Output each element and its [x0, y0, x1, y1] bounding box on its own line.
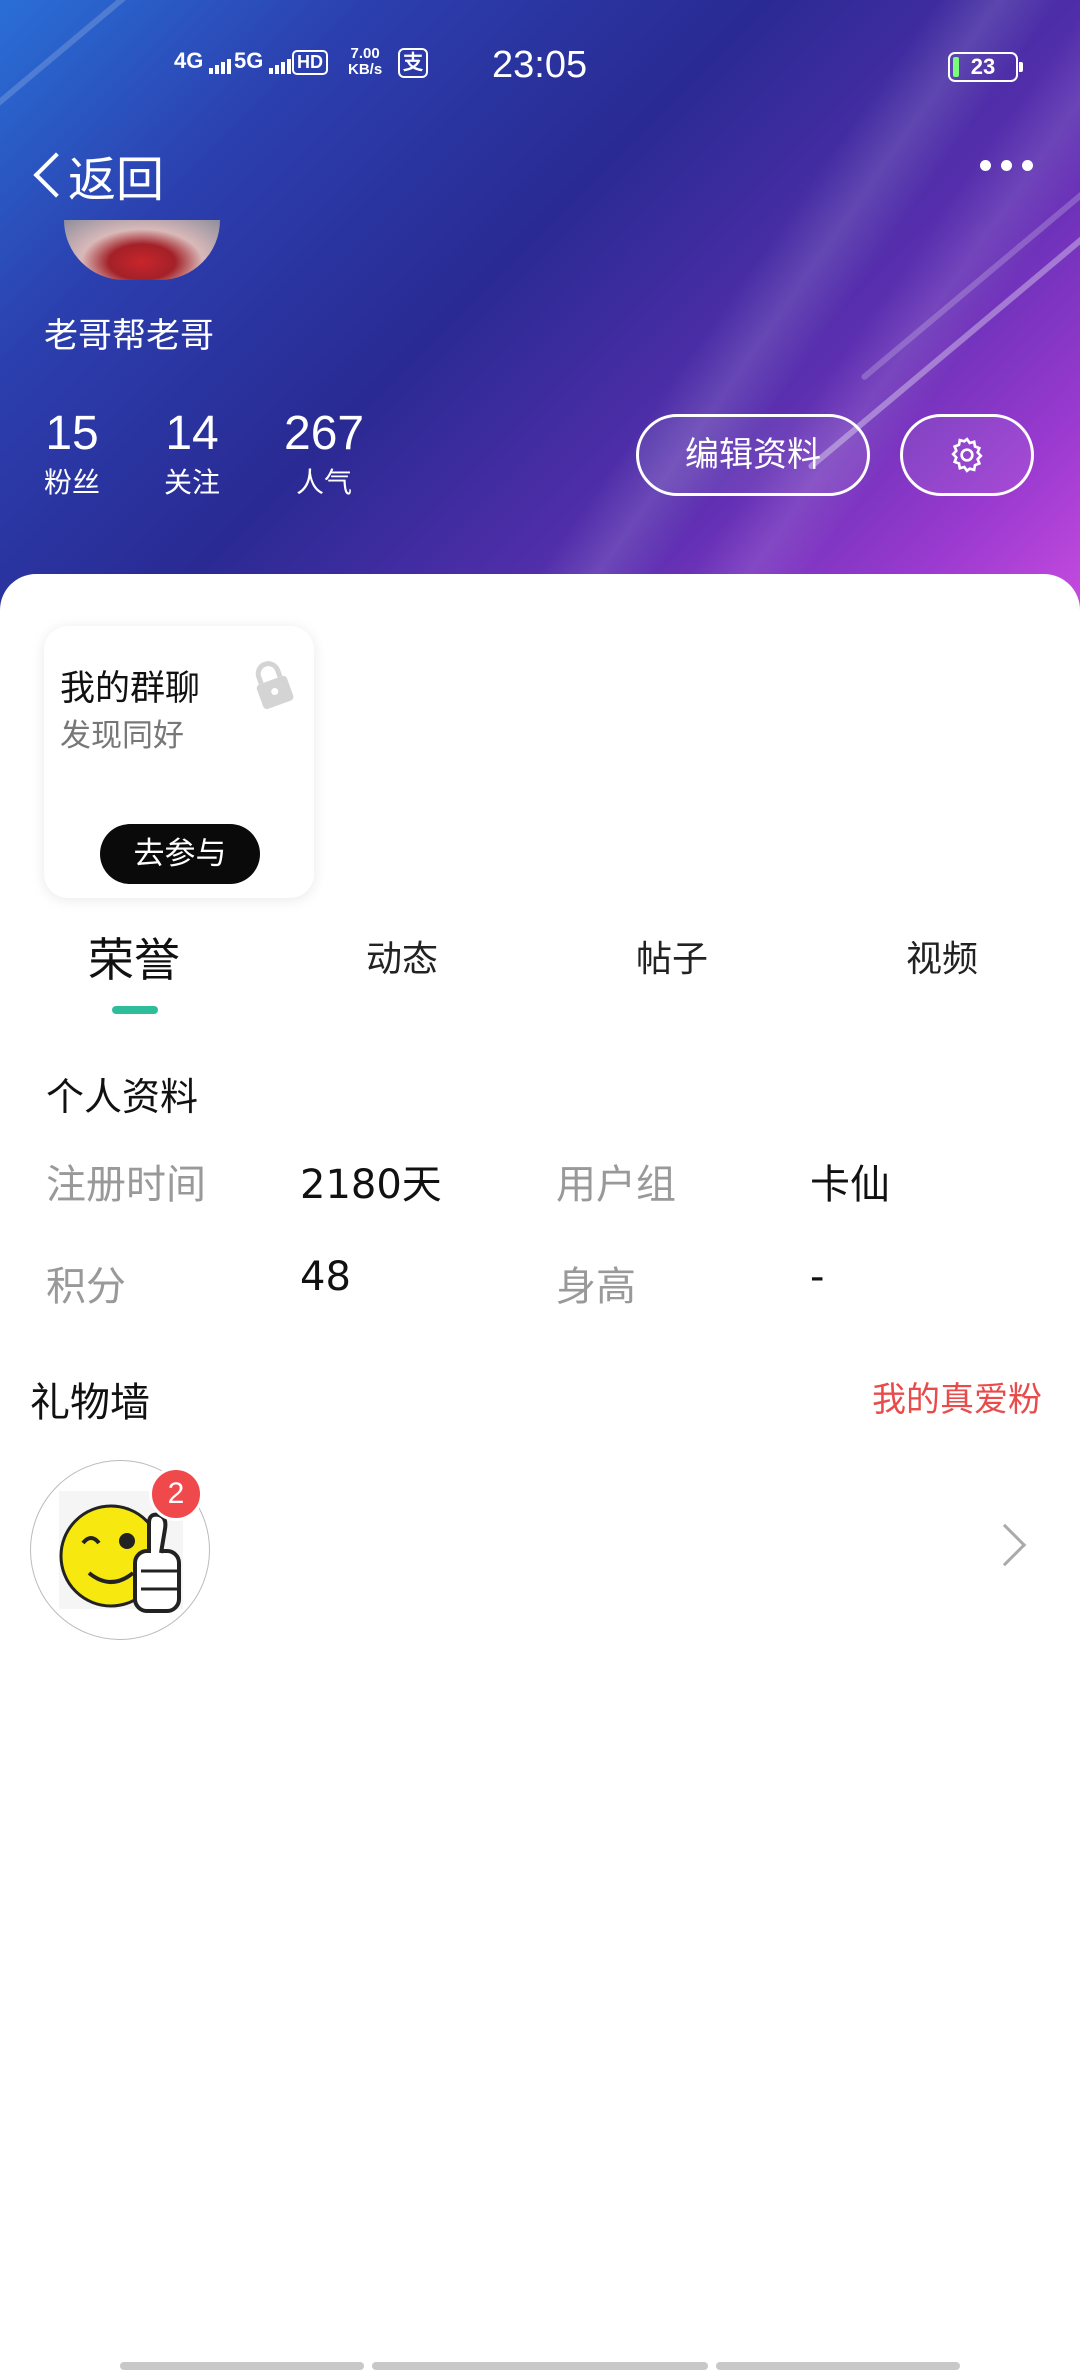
tab-activity[interactable]: 动态 [366, 930, 438, 982]
clock: 23:05 [492, 44, 588, 86]
stat-fans[interactable]: 15 粉丝 [44, 405, 100, 503]
gift-wall-title: 礼物墙 [30, 1380, 150, 1426]
field-label: 积分 [46, 1264, 126, 1310]
stat-following[interactable]: 14 关注 [164, 405, 220, 503]
network-5g: 5G [234, 48, 293, 74]
gesture-bar-segment [120, 2362, 364, 2370]
back-label: 返回 [68, 152, 165, 208]
group-chat-subtitle: 发现同好 [60, 718, 184, 754]
stat-value: 15 [45, 407, 99, 460]
stat-label: 粉丝 [44, 466, 101, 499]
gesture-bar-segment [716, 2362, 960, 2370]
field-value: 48 [300, 1254, 351, 1300]
network-speed: 7.00 KB/s [348, 45, 383, 78]
stat-value: 14 [165, 407, 219, 460]
hd-icon: HD [292, 50, 328, 75]
battery-icon: 23 [948, 52, 1023, 82]
back-button[interactable]: 返回 [28, 140, 164, 210]
profile-section-title: 个人资料 [46, 1075, 199, 1119]
dot-icon [980, 160, 991, 171]
status-bar: 4G 5G HD 7.00 KB/s 支 23:05 23 [0, 40, 1080, 100]
profile-tabs: 荣誉 动态 帖子 视频 [0, 930, 1080, 1010]
more-options-button[interactable] [980, 160, 1033, 171]
group-chat-title: 我的群聊 [60, 669, 201, 709]
dot-icon [1001, 160, 1012, 171]
tab-posts[interactable]: 帖子 [636, 930, 708, 982]
network-4g: 4G [174, 48, 233, 74]
stat-popularity[interactable]: 267 人气 [284, 405, 364, 503]
settings-button[interactable] [900, 414, 1034, 496]
field-value: 卡仙 [810, 1162, 890, 1208]
lock-icon [255, 661, 294, 710]
tab-honor[interactable]: 荣誉 [88, 924, 180, 990]
stat-label: 关注 [164, 466, 221, 499]
group-chat-card[interactable]: 我的群聊 发现同好 去参与 [44, 626, 314, 898]
true-fans-link[interactable]: 我的真爱粉 [872, 1372, 1042, 1421]
dot-icon [1022, 160, 1033, 171]
gesture-bar-segment [372, 2362, 708, 2370]
stat-value: 267 [284, 407, 365, 460]
field-value: - [810, 1254, 825, 1300]
username: 老哥帮老哥 [44, 316, 214, 356]
field-label: 注册时间 [46, 1162, 206, 1208]
field-label: 用户组 [556, 1162, 676, 1208]
edit-profile-button[interactable]: 编辑资料 [636, 414, 870, 496]
gift-count-badge: 2 [149, 1467, 203, 1521]
active-tab-indicator [112, 1006, 158, 1014]
join-group-button[interactable]: 去参与 [100, 824, 260, 884]
pay-icon: 支 [398, 48, 428, 78]
gear-icon [951, 437, 983, 473]
tab-videos[interactable]: 视频 [906, 930, 978, 982]
field-label: 身高 [556, 1264, 636, 1310]
stat-label: 人气 [296, 466, 353, 499]
field-value: 2180天 [300, 1162, 442, 1208]
